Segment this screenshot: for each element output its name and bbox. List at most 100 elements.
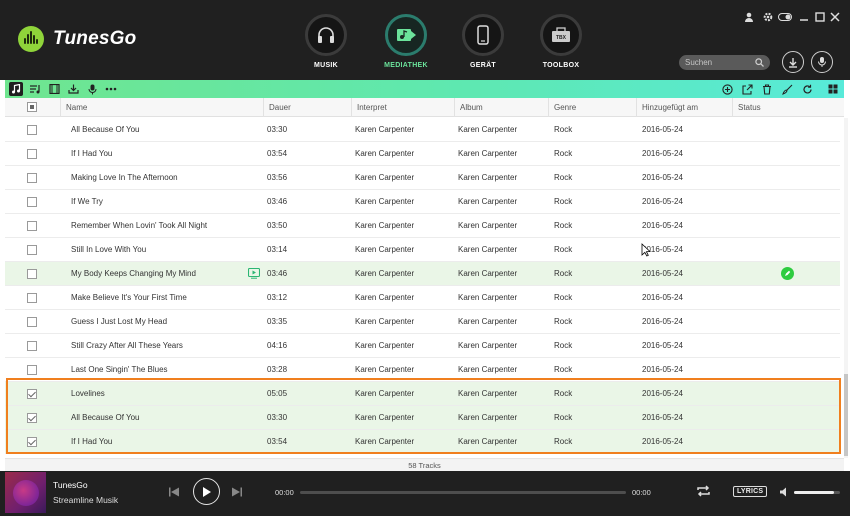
music-note-icon[interactable]: [9, 82, 23, 96]
maximize-icon[interactable]: [814, 11, 826, 23]
table-row[interactable]: Still In Love With You 03:14 Karen Carpent…: [5, 238, 840, 262]
column-duration[interactable]: Dauer: [263, 98, 291, 117]
row-checkbox[interactable]: [27, 293, 37, 303]
volume-icon[interactable]: [779, 487, 790, 499]
table-row[interactable]: All Because Of You 03:30 Karen Carpenter Ka…: [5, 118, 840, 142]
table-row[interactable]: If We Try 03:46 Karen Carpenter Karen Carpe…: [5, 190, 840, 214]
column-genre[interactable]: Genre: [548, 98, 576, 117]
table-row[interactable]: My Body Keeps Changing My Mind 03:46 Karen…: [5, 262, 840, 286]
table-row[interactable]: Still Crazy After All These Years 04:16 Ka…: [5, 334, 840, 358]
nav-mediathek[interactable]: MEDIATHEK: [380, 14, 432, 69]
previous-icon[interactable]: [168, 486, 180, 500]
column-added[interactable]: Hinzugefügt am: [636, 98, 698, 117]
column-name[interactable]: Name: [60, 98, 87, 117]
volume-slider[interactable]: [794, 491, 840, 494]
track-duration: 03:54: [267, 149, 288, 158]
more-icon[interactable]: [104, 82, 118, 96]
selected-tracks-outline: [6, 378, 841, 454]
play-button[interactable]: [193, 478, 220, 505]
delete-icon[interactable]: [760, 82, 774, 96]
next-icon[interactable]: [231, 486, 243, 500]
minimize-icon[interactable]: [798, 11, 810, 23]
now-playing-title: TunesGo: [53, 480, 88, 490]
repeat-icon[interactable]: [696, 485, 711, 499]
track-duration: 03:46: [267, 269, 288, 278]
track-artist: Karen Carpenter: [355, 149, 415, 158]
nav-musik[interactable]: MUSIK: [300, 14, 352, 69]
track-genre: Rock: [554, 317, 573, 326]
download-icon: [789, 57, 797, 68]
track-artist: Karen Carpenter: [355, 221, 415, 230]
status-sync-icon[interactable]: [781, 267, 794, 280]
playlist-icon[interactable]: [28, 82, 42, 96]
grid-view-icon[interactable]: [826, 82, 840, 96]
track-album: Karen Carpenter: [458, 245, 518, 254]
search-icon[interactable]: [755, 58, 764, 67]
download-button[interactable]: [782, 51, 804, 73]
lyrics-button[interactable]: LYRICS: [733, 486, 768, 497]
mouse-cursor: [641, 243, 651, 259]
track-name: Make Believe It's Your First Time: [71, 293, 187, 302]
nav-toolbox[interactable]: TBX TOOLBOX: [535, 14, 587, 69]
microphone-icon[interactable]: [85, 82, 99, 96]
send-to-device-icon[interactable]: [247, 267, 261, 281]
close-icon[interactable]: [829, 11, 841, 23]
add-icon[interactable]: [720, 82, 734, 96]
user-icon[interactable]: [743, 11, 755, 23]
row-checkbox[interactable]: [27, 365, 37, 375]
track-name: Remember When Lovin' Took All Night: [71, 221, 208, 230]
download-icon[interactable]: [66, 82, 80, 96]
toggle-icon[interactable]: [778, 11, 792, 23]
row-checkbox[interactable]: [27, 221, 37, 231]
progress-slider[interactable]: [300, 491, 626, 494]
track-genre: Rock: [554, 341, 573, 350]
clean-icon[interactable]: [780, 82, 794, 96]
track-name: Making Love In The Afternoon: [71, 173, 178, 182]
row-checkbox[interactable]: [27, 149, 37, 159]
track-genre: Rock: [554, 293, 573, 302]
column-artist[interactable]: Interpret: [351, 98, 387, 117]
video-icon[interactable]: [47, 82, 61, 96]
row-checkbox[interactable]: [27, 245, 37, 255]
table-row[interactable]: Remember When Lovin' Took All Night 03:50…: [5, 214, 840, 238]
headphones-icon: [305, 14, 347, 56]
time-current: 00:00: [275, 488, 294, 497]
nav-geraet[interactable]: GERÄT: [457, 14, 509, 69]
table-row[interactable]: Making Love In The Afternoon 03:56 Karen C…: [5, 166, 840, 190]
search-input[interactable]: Suchen: [679, 55, 770, 70]
track-count: 58 Tracks: [5, 458, 844, 471]
row-checkbox[interactable]: [27, 197, 37, 207]
microphone-button[interactable]: [811, 51, 833, 73]
scrollbar-thumb[interactable]: [844, 374, 848, 456]
export-icon[interactable]: [740, 82, 754, 96]
track-album: Karen Carpenter: [458, 317, 518, 326]
column-album[interactable]: Album: [454, 98, 483, 117]
table-row[interactable]: Make Believe It's Your First Time 03:12 Ka…: [5, 286, 840, 310]
logo-icon: [18, 26, 44, 52]
track-name: Still Crazy After All These Years: [71, 341, 183, 350]
toolbox-icon: TBX: [540, 14, 582, 56]
track-added: 2016-05-24: [642, 293, 683, 302]
row-checkbox[interactable]: [27, 317, 37, 327]
row-checkbox[interactable]: [27, 341, 37, 351]
row-checkbox[interactable]: [27, 173, 37, 183]
table-row[interactable]: If I Had You 03:54 Karen Carpenter Karen Ca…: [5, 142, 840, 166]
nav-label: MUSIK: [313, 62, 339, 69]
track-artist: Karen Carpenter: [355, 197, 415, 206]
row-checkbox[interactable]: [27, 269, 37, 279]
table-row[interactable]: Guess I Just Lost My Head 03:35 Karen Carp…: [5, 310, 840, 334]
track-genre: Rock: [554, 125, 573, 134]
select-all-checkbox[interactable]: [27, 102, 37, 112]
track-album: Karen Carpenter: [458, 293, 518, 302]
row-checkbox[interactable]: [27, 125, 37, 135]
search-placeholder: Suchen: [685, 58, 713, 67]
track-duration: 03:30: [267, 125, 288, 134]
refresh-icon[interactable]: [800, 82, 814, 96]
track-artist: Karen Carpenter: [355, 293, 415, 302]
column-status[interactable]: Status: [732, 98, 761, 117]
track-duration: 03:14: [267, 245, 288, 254]
app-name: TunesGo: [53, 28, 137, 49]
gear-icon[interactable]: [762, 11, 774, 23]
track-artist: Karen Carpenter: [355, 269, 415, 278]
nav-label: MEDIATHEK: [384, 62, 428, 69]
